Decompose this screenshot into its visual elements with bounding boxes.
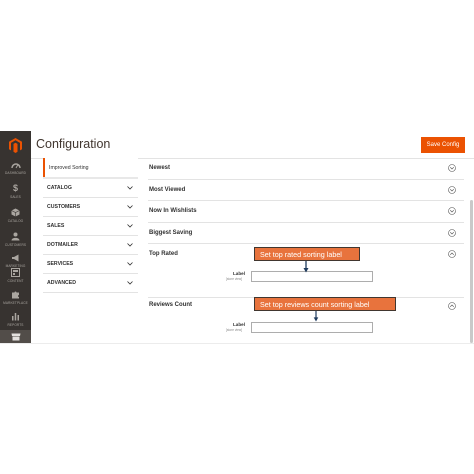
page-title: Configuration bbox=[36, 137, 111, 151]
chevron-circle-down-icon[interactable] bbox=[448, 164, 456, 172]
nav-dashboard[interactable]: DASHBOARD bbox=[0, 159, 31, 183]
top-rated-label-input[interactable] bbox=[251, 271, 373, 282]
chevron-down-icon bbox=[127, 281, 133, 285]
tab-group-label: DOTMAILER bbox=[47, 242, 78, 248]
section-now-in-wishlists[interactable]: Now In Wishlists bbox=[148, 201, 464, 223]
reviews-count-label-input[interactable] bbox=[251, 322, 373, 333]
callout-reviews-count: Set top reviews count sorting label bbox=[254, 297, 396, 311]
arrow-down-icon bbox=[303, 261, 309, 273]
chevron-down-icon bbox=[127, 243, 133, 247]
section-title: Most Viewed bbox=[149, 186, 186, 193]
nav-sales[interactable]: $ SALES bbox=[0, 183, 31, 207]
chevron-circle-up-icon[interactable] bbox=[448, 250, 456, 258]
top-rated-scope-text: [store view] bbox=[226, 277, 243, 281]
callout-top-rated: Set top rated sorting label bbox=[254, 247, 360, 261]
reviews-count-scope-text: [store view] bbox=[226, 328, 243, 332]
chevron-down-icon bbox=[127, 262, 133, 266]
puzzle-icon bbox=[10, 289, 22, 300]
tab-group-label: ADVANCED bbox=[47, 280, 77, 286]
arrow-down-icon bbox=[313, 311, 319, 322]
tab-group-label: SERVICES bbox=[47, 261, 74, 267]
tab-group-advanced[interactable]: ADVANCED bbox=[43, 274, 138, 293]
gauge-icon bbox=[10, 159, 22, 170]
section-biggest-saving[interactable]: Biggest Saving bbox=[148, 223, 464, 244]
chevron-circle-down-icon[interactable] bbox=[448, 185, 456, 194]
bar-chart-icon bbox=[10, 311, 22, 322]
tab-group-label: SALES bbox=[47, 223, 65, 229]
config-tabs: Improved Sorting CATALOG CUSTOMERS SALES… bbox=[43, 158, 138, 293]
section-title: Now In Wishlists bbox=[149, 208, 197, 214]
tab-group-catalog[interactable]: CATALOG bbox=[43, 179, 138, 198]
chevron-down-icon bbox=[127, 205, 133, 209]
tab-group-customers[interactable]: CUSTOMERS bbox=[43, 198, 138, 217]
nav-content[interactable]: CONTENT bbox=[0, 267, 31, 291]
chevron-circle-down-icon[interactable] bbox=[448, 228, 456, 237]
save-config-button[interactable]: Save Config bbox=[421, 137, 465, 153]
layout-icon bbox=[10, 267, 22, 278]
person-icon bbox=[10, 231, 22, 242]
nav-stores-active[interactable] bbox=[0, 330, 31, 343]
section-most-viewed[interactable]: Most Viewed bbox=[148, 180, 464, 201]
megaphone-icon bbox=[10, 252, 22, 263]
section-title: Newest bbox=[149, 165, 171, 171]
reviews-count-label-caption: Label bbox=[233, 322, 245, 327]
tab-improved-sorting[interactable]: Improved Sorting bbox=[43, 158, 138, 177]
tab-group-dotmailer[interactable]: DOTMAILER bbox=[43, 236, 138, 255]
section-title: Biggest Saving bbox=[149, 229, 193, 236]
magento-logo-icon[interactable] bbox=[0, 131, 31, 159]
section-title: Top Rated bbox=[149, 251, 178, 257]
dollar-icon: $ bbox=[12, 183, 18, 193]
nav-marketplace[interactable]: MARKETPLACE bbox=[0, 289, 31, 313]
chevron-circle-down-icon[interactable] bbox=[448, 207, 456, 215]
chevron-down-icon bbox=[127, 186, 133, 190]
tab-group-services[interactable]: SERVICES bbox=[43, 255, 138, 274]
page-scrollbar[interactable] bbox=[470, 200, 473, 343]
tab-group-label: CUSTOMERS bbox=[47, 204, 81, 210]
tab-group-sales[interactable]: SALES bbox=[43, 217, 138, 236]
section-title: Reviews Count bbox=[149, 302, 193, 308]
content-bottom-edge bbox=[0, 343, 474, 344]
tab-group-label: CATALOG bbox=[47, 185, 72, 191]
chevron-down-icon bbox=[127, 224, 133, 228]
section-newest[interactable]: Newest bbox=[148, 158, 464, 180]
top-rated-label-caption: Label bbox=[233, 271, 245, 276]
nav-catalog[interactable]: CATALOG bbox=[0, 207, 31, 231]
chevron-circle-up-icon[interactable] bbox=[448, 302, 456, 310]
admin-sidebar: DASHBOARD $ SALES CATALOG CUSTOMERS MARK… bbox=[0, 131, 31, 343]
box-icon bbox=[10, 207, 22, 218]
